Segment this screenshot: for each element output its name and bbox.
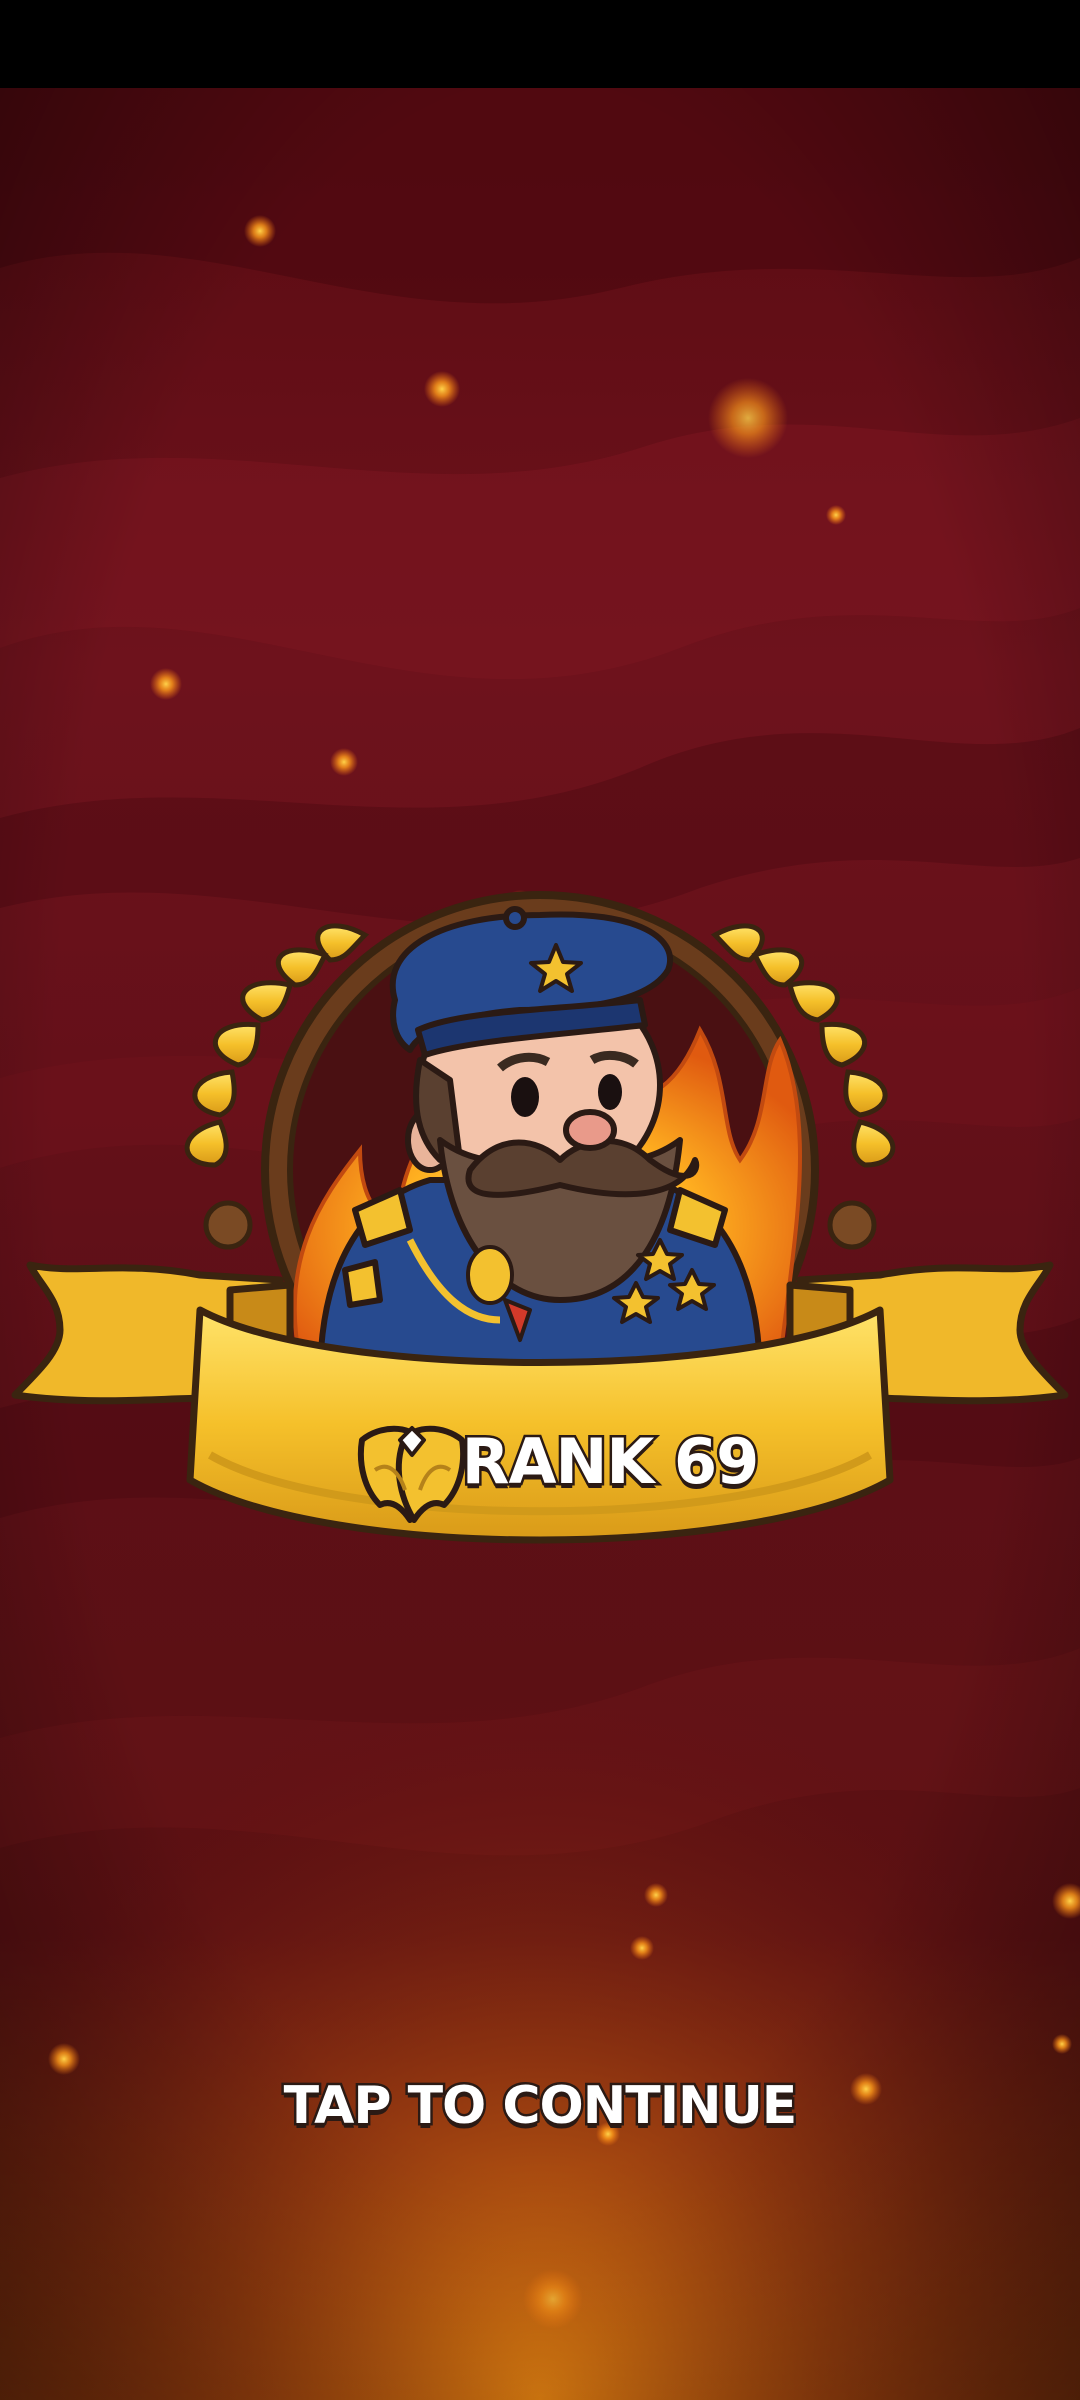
status-bar — [0, 0, 1080, 88]
rank-up-screen: RANK 69 TAP TO CONTINUE — [0, 0, 1080, 2400]
tap-to-continue-area[interactable] — [0, 88, 1080, 2400]
